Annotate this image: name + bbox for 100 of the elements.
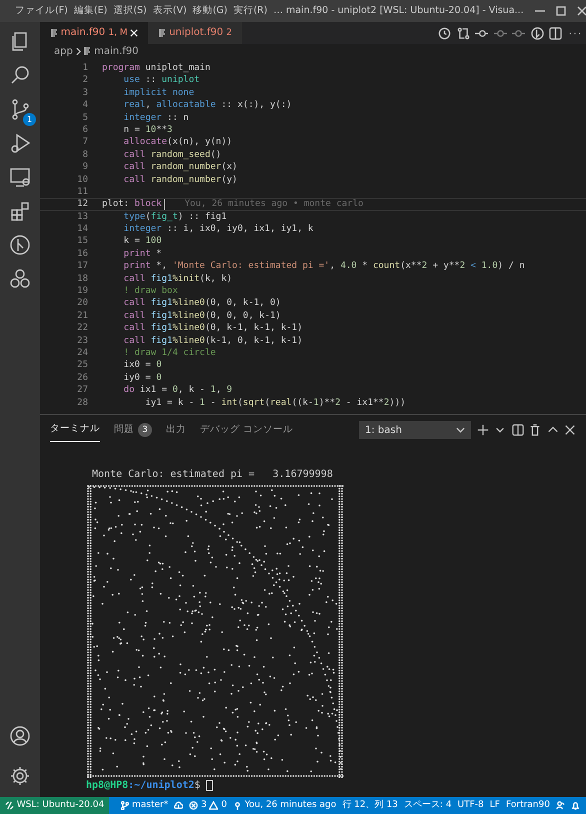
account-icon[interactable] [9, 725, 31, 747]
breadcrumb-item[interactable]: app [54, 44, 73, 58]
line-number: 13 [76, 210, 89, 224]
line-number: 26 [76, 372, 89, 384]
panel-tab[interactable]: デバッグ コンソール [200, 418, 294, 442]
monitor-icon[interactable] [9, 166, 31, 188]
menu-item[interactable]: 編集(E) [70, 4, 110, 18]
blame-indicator[interactable]: You, 26 minutes ago [230, 798, 340, 812]
line-number: 17 [76, 260, 89, 273]
code-line: type(fig_t) :: fig1 [124, 210, 227, 224]
terminal-output: Monte Carlo: estimated pi = 3.16799998 [91, 468, 334, 482]
code-line: ix0 = 0 [124, 359, 162, 372]
menu-item[interactable]: … [270, 4, 286, 18]
editor-tab[interactable]: main.f90 1, M [40, 22, 148, 44]
person-icon [556, 801, 565, 810]
menu-item[interactable]: 移動(G) [190, 4, 230, 18]
menu-item[interactable]: 表示(V) [150, 4, 190, 18]
cloud-icon [174, 801, 184, 810]
notification-badge: 1 [23, 113, 36, 126]
trash-icon[interactable] [529, 424, 541, 436]
plus-icon[interactable] [476, 424, 488, 436]
terminal-select[interactable]: 1: bash [359, 421, 471, 440]
line-number: 2 [82, 74, 89, 87]
code-line: allocate(x(n), y(n)) [124, 136, 232, 149]
chevron-down-icon [456, 427, 465, 434]
git-graph-icon[interactable] [9, 234, 31, 256]
menu-item[interactable]: 選択(S) [110, 4, 150, 18]
code-line: call fig1%line0(0, k-1, k-1, k-1) [124, 322, 303, 335]
terminal-prompt: hp8@HP8:~/uniplot2$ [86, 778, 586, 793]
code-line: n = 10**3 [124, 124, 172, 136]
file-lines-icon [158, 29, 166, 37]
commit-icon [232, 801, 242, 810]
line-number: 7 [82, 136, 89, 149]
extensions-icon[interactable] [9, 200, 31, 222]
menu-item[interactable]: ファイル(F) [12, 4, 71, 18]
line-number: 6 [82, 124, 89, 136]
settings-icon[interactable] [9, 765, 31, 787]
problems-indicator[interactable]: 3 0 [186, 798, 230, 812]
menu-item[interactable]: 実行(R) [230, 4, 270, 18]
code-line: use :: uniplot [124, 74, 200, 87]
eol-setting[interactable]: LF [486, 798, 503, 812]
compare-icon[interactable] [456, 26, 470, 40]
code-line: call random_number(x) [124, 161, 238, 174]
chevron-right-icon [76, 48, 81, 54]
language-mode[interactable]: Fortran90 [503, 798, 553, 812]
code-line: plot: block [102, 199, 162, 210]
run-debug-icon[interactable] [9, 132, 31, 154]
line-number: 20 [76, 297, 89, 310]
code-line: integer :: n [124, 112, 189, 124]
line-number: 28 [76, 396, 89, 409]
code-line: call fig1%line0(k-1, 0, k-1, k-1) [124, 334, 303, 347]
code-line: iy1 = k - 1 - int(sqrt(real((k-1)**2 - ix1**2))) [145, 396, 406, 409]
branch-indicator[interactable]: master* [117, 798, 172, 812]
split-icon[interactable] [512, 424, 524, 436]
breadcrumb-item[interactable]: main.f90 [94, 44, 138, 58]
indent-setting[interactable]: スペース: 4 [400, 798, 455, 812]
search-icon[interactable] [9, 64, 31, 86]
code-line: call random_seed() [124, 148, 222, 162]
line-number: 1 [82, 62, 89, 74]
maximize-icon[interactable] [556, 6, 566, 16]
encoding-setting[interactable]: UTF-8 [454, 798, 487, 812]
line-number: 12 [76, 199, 89, 210]
code-line: implicit none [124, 86, 194, 100]
line-number: 9 [82, 161, 89, 174]
code-line: integer :: i, ix0, iy0, ix1, iy1, k [124, 223, 314, 236]
line-number: 3 [82, 86, 89, 100]
panel-tab[interactable]: 出力 [166, 418, 186, 442]
error-icon [189, 801, 198, 810]
line-number: 15 [76, 235, 89, 248]
code-line: print * [124, 248, 162, 260]
branch-icon [120, 801, 130, 810]
line-number: 11 [76, 186, 89, 198]
split-editor-icon[interactable] [549, 26, 562, 40]
line-number: 27 [76, 384, 89, 397]
warning-icon [209, 801, 218, 810]
line-number: 10 [76, 174, 89, 186]
remote-indicator[interactable]: WSL: Ubuntu-20.04 [0, 797, 110, 814]
bell-icon [570, 801, 580, 810]
file-lines-icon [50, 29, 58, 37]
count-badge: 3 [138, 422, 152, 437]
blame-annotation: You, 26 minutes ago • monte carlo [184, 199, 364, 210]
close-icon[interactable] [564, 424, 576, 436]
code-line: do ix1 = 0, k - 1, 9 [124, 384, 232, 397]
line-number: 18 [76, 272, 89, 286]
code-line: call fig1%line0(0, 0, 0, k-1) [124, 310, 281, 322]
code-line: program uniplot_main [102, 62, 210, 74]
line-number: 8 [82, 148, 89, 162]
history-icon[interactable] [438, 26, 451, 40]
close-icon[interactable] [576, 6, 586, 16]
code-line: iy0 = 0 [124, 372, 162, 384]
cursor-position[interactable]: 行 12、列 13 [339, 798, 401, 812]
line-number: 25 [76, 359, 89, 372]
code-line: real, allocatable :: x(:), y(:) [124, 99, 292, 112]
line-number: 19 [76, 285, 89, 298]
code-line: ! draw 1/4 circle [124, 346, 216, 360]
file-lines-icon [83, 47, 92, 55]
panel-tab[interactable]: 問題 3 [114, 418, 152, 442]
editor-tab[interactable]: uniplot.f90 2 [148, 22, 242, 44]
circles-icon[interactable] [9, 268, 31, 290]
panel-tab[interactable]: ターミナル [50, 418, 100, 442]
